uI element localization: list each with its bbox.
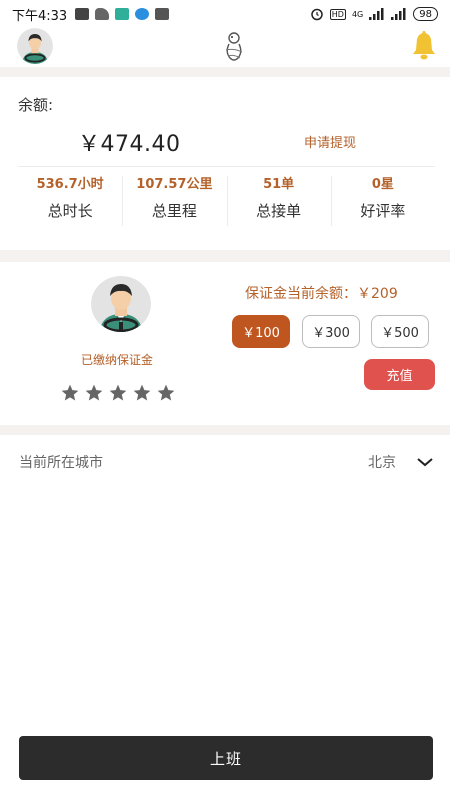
star-icon <box>61 384 79 401</box>
rating-stars <box>60 383 176 403</box>
stat-value: 0星 <box>371 177 394 192</box>
app-header <box>0 28 450 68</box>
amount-300-button[interactable]: ￥300 <box>302 315 360 348</box>
status-right: HD 4G 98 <box>310 7 438 21</box>
broom-icon <box>95 8 110 20</box>
chevron-down-icon[interactable] <box>416 455 434 469</box>
withdraw-button[interactable]: 申请提现 <box>304 132 356 151</box>
start-work-button[interactable]: 上班 <box>19 736 433 780</box>
hd-icon: HD <box>329 8 346 20</box>
city-label: 当前所在城市 <box>19 455 103 471</box>
app-notification-icon <box>115 8 130 20</box>
driver-avatar-icon <box>91 276 151 332</box>
section-divider <box>0 250 450 262</box>
deposit-status: 已缴纳保证金 <box>81 353 154 367</box>
stats-row: 536.7小时 总时长 107.57公里 总里程 51单 总接单 0星 好评率 <box>18 176 435 226</box>
stat-rating: 0星 好评率 <box>330 176 435 226</box>
brand-logo-icon <box>225 32 243 61</box>
stat-total-distance: 107.57公里 总里程 <box>122 176 226 226</box>
star-icon <box>133 384 151 401</box>
star-icon <box>85 384 103 401</box>
deposit-balance: 保证金当前余额：￥209 <box>245 286 398 302</box>
signal-2-icon <box>391 8 406 20</box>
alarm-icon <box>311 8 323 21</box>
driver-avatar <box>91 276 151 332</box>
star-icon <box>157 384 175 401</box>
profile-avatar[interactable] <box>17 28 53 64</box>
stat-total-hours: 536.7小时 总时长 <box>18 176 122 226</box>
stat-value: 107.57公里 <box>136 177 213 192</box>
recharge-button[interactable]: 充值 <box>364 359 435 390</box>
stat-total-orders: 51单 总接单 <box>226 176 331 226</box>
section-divider <box>0 67 450 77</box>
divider <box>18 166 435 167</box>
stat-label: 总时长 <box>47 202 93 220</box>
stat-value: 51单 <box>263 177 295 192</box>
section-divider <box>0 425 450 435</box>
city-value[interactable]: 北京 <box>368 452 396 472</box>
balance-amount: ￥474.40 <box>78 132 181 157</box>
message-icon <box>75 8 90 20</box>
star-icon <box>109 384 127 401</box>
stat-label: 总里程 <box>151 202 197 220</box>
amount-500-button[interactable]: ￥500 <box>371 315 429 348</box>
driver-avatar-icon <box>17 28 53 64</box>
status-bar: 下午4:33 HD 4G 98 <box>0 0 450 28</box>
status-time: 下午4:33 <box>12 8 68 24</box>
amount-100-button[interactable]: ￥100 <box>232 315 290 348</box>
download-icon <box>155 8 170 20</box>
stat-value: 536.7小时 <box>36 177 104 192</box>
signal-icon <box>369 8 384 20</box>
bell-icon[interactable] <box>411 31 437 61</box>
stat-label: 总接单 <box>256 202 302 220</box>
chat-icon <box>135 8 150 20</box>
battery-indicator: 98 <box>413 7 438 21</box>
network-type: 4G <box>351 9 364 19</box>
balance-label: 余额: <box>18 96 54 114</box>
stat-label: 好评率 <box>360 202 406 220</box>
status-left: 下午4:33 <box>12 5 170 24</box>
